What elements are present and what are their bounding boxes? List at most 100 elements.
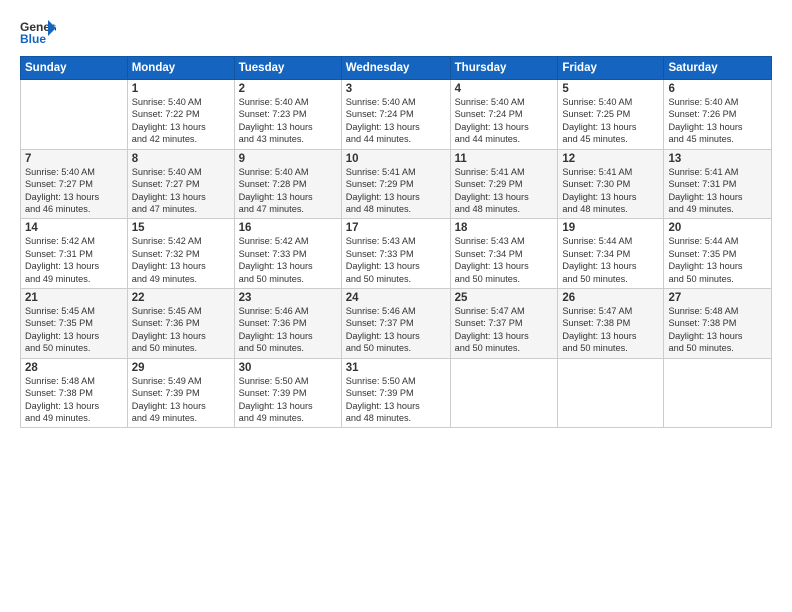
calendar-cell	[664, 358, 772, 428]
day-info: Sunrise: 5:40 AM Sunset: 7:24 PM Dayligh…	[455, 96, 554, 146]
calendar-cell: 31Sunrise: 5:50 AM Sunset: 7:39 PM Dayli…	[341, 358, 450, 428]
day-info: Sunrise: 5:40 AM Sunset: 7:23 PM Dayligh…	[239, 96, 337, 146]
logo-icon: General Blue	[20, 18, 56, 46]
day-info: Sunrise: 5:48 AM Sunset: 7:38 PM Dayligh…	[25, 375, 123, 425]
day-number: 9	[239, 153, 337, 165]
calendar-cell: 20Sunrise: 5:44 AM Sunset: 7:35 PM Dayli…	[664, 219, 772, 289]
calendar-header-saturday: Saturday	[664, 57, 772, 80]
day-info: Sunrise: 5:40 AM Sunset: 7:24 PM Dayligh…	[346, 96, 446, 146]
day-info: Sunrise: 5:50 AM Sunset: 7:39 PM Dayligh…	[239, 375, 337, 425]
calendar-week-row: 21Sunrise: 5:45 AM Sunset: 7:35 PM Dayli…	[21, 289, 772, 359]
calendar-cell: 14Sunrise: 5:42 AM Sunset: 7:31 PM Dayli…	[21, 219, 128, 289]
day-info: Sunrise: 5:45 AM Sunset: 7:35 PM Dayligh…	[25, 305, 123, 355]
day-number: 6	[668, 83, 767, 95]
calendar-cell: 15Sunrise: 5:42 AM Sunset: 7:32 PM Dayli…	[127, 219, 234, 289]
calendar-cell: 28Sunrise: 5:48 AM Sunset: 7:38 PM Dayli…	[21, 358, 128, 428]
calendar-cell: 24Sunrise: 5:46 AM Sunset: 7:37 PM Dayli…	[341, 289, 450, 359]
day-info: Sunrise: 5:48 AM Sunset: 7:38 PM Dayligh…	[668, 305, 767, 355]
day-info: Sunrise: 5:43 AM Sunset: 7:34 PM Dayligh…	[455, 235, 554, 285]
day-info: Sunrise: 5:40 AM Sunset: 7:22 PM Dayligh…	[132, 96, 230, 146]
day-info: Sunrise: 5:42 AM Sunset: 7:31 PM Dayligh…	[25, 235, 123, 285]
day-info: Sunrise: 5:42 AM Sunset: 7:32 PM Dayligh…	[132, 235, 230, 285]
calendar-cell: 16Sunrise: 5:42 AM Sunset: 7:33 PM Dayli…	[234, 219, 341, 289]
calendar-header-friday: Friday	[558, 57, 664, 80]
calendar-cell: 19Sunrise: 5:44 AM Sunset: 7:34 PM Dayli…	[558, 219, 664, 289]
calendar-cell: 23Sunrise: 5:46 AM Sunset: 7:36 PM Dayli…	[234, 289, 341, 359]
calendar-cell: 12Sunrise: 5:41 AM Sunset: 7:30 PM Dayli…	[558, 149, 664, 219]
day-info: Sunrise: 5:47 AM Sunset: 7:38 PM Dayligh…	[562, 305, 659, 355]
logo: General Blue	[20, 18, 56, 46]
day-info: Sunrise: 5:49 AM Sunset: 7:39 PM Dayligh…	[132, 375, 230, 425]
day-number: 22	[132, 292, 230, 304]
calendar-cell: 21Sunrise: 5:45 AM Sunset: 7:35 PM Dayli…	[21, 289, 128, 359]
calendar-cell	[450, 358, 558, 428]
day-info: Sunrise: 5:46 AM Sunset: 7:36 PM Dayligh…	[239, 305, 337, 355]
day-number: 21	[25, 292, 123, 304]
header: General Blue	[20, 18, 772, 46]
day-number: 7	[25, 153, 123, 165]
svg-text:Blue: Blue	[20, 32, 46, 46]
calendar-header-thursday: Thursday	[450, 57, 558, 80]
calendar-cell: 5Sunrise: 5:40 AM Sunset: 7:25 PM Daylig…	[558, 80, 664, 150]
calendar-week-row: 28Sunrise: 5:48 AM Sunset: 7:38 PM Dayli…	[21, 358, 772, 428]
day-number: 17	[346, 222, 446, 234]
day-info: Sunrise: 5:41 AM Sunset: 7:30 PM Dayligh…	[562, 166, 659, 216]
day-number: 15	[132, 222, 230, 234]
day-number: 20	[668, 222, 767, 234]
day-number: 23	[239, 292, 337, 304]
calendar-cell: 18Sunrise: 5:43 AM Sunset: 7:34 PM Dayli…	[450, 219, 558, 289]
calendar-header-tuesday: Tuesday	[234, 57, 341, 80]
day-number: 1	[132, 83, 230, 95]
calendar-cell: 1Sunrise: 5:40 AM Sunset: 7:22 PM Daylig…	[127, 80, 234, 150]
calendar-cell: 29Sunrise: 5:49 AM Sunset: 7:39 PM Dayli…	[127, 358, 234, 428]
calendar-cell: 26Sunrise: 5:47 AM Sunset: 7:38 PM Dayli…	[558, 289, 664, 359]
day-number: 2	[239, 83, 337, 95]
day-number: 3	[346, 83, 446, 95]
day-number: 14	[25, 222, 123, 234]
day-number: 13	[668, 153, 767, 165]
calendar-cell: 8Sunrise: 5:40 AM Sunset: 7:27 PM Daylig…	[127, 149, 234, 219]
day-number: 27	[668, 292, 767, 304]
day-info: Sunrise: 5:40 AM Sunset: 7:28 PM Dayligh…	[239, 166, 337, 216]
calendar-header-wednesday: Wednesday	[341, 57, 450, 80]
calendar-table: SundayMondayTuesdayWednesdayThursdayFrid…	[20, 56, 772, 428]
day-number: 31	[346, 362, 446, 374]
calendar-header-row: SundayMondayTuesdayWednesdayThursdayFrid…	[21, 57, 772, 80]
calendar-cell: 9Sunrise: 5:40 AM Sunset: 7:28 PM Daylig…	[234, 149, 341, 219]
day-number: 30	[239, 362, 337, 374]
day-info: Sunrise: 5:43 AM Sunset: 7:33 PM Dayligh…	[346, 235, 446, 285]
day-number: 25	[455, 292, 554, 304]
day-info: Sunrise: 5:40 AM Sunset: 7:27 PM Dayligh…	[25, 166, 123, 216]
day-number: 10	[346, 153, 446, 165]
calendar-cell: 6Sunrise: 5:40 AM Sunset: 7:26 PM Daylig…	[664, 80, 772, 150]
day-number: 19	[562, 222, 659, 234]
day-info: Sunrise: 5:44 AM Sunset: 7:35 PM Dayligh…	[668, 235, 767, 285]
calendar-week-row: 14Sunrise: 5:42 AM Sunset: 7:31 PM Dayli…	[21, 219, 772, 289]
day-number: 12	[562, 153, 659, 165]
calendar-week-row: 1Sunrise: 5:40 AM Sunset: 7:22 PM Daylig…	[21, 80, 772, 150]
calendar-cell: 27Sunrise: 5:48 AM Sunset: 7:38 PM Dayli…	[664, 289, 772, 359]
day-number: 24	[346, 292, 446, 304]
day-info: Sunrise: 5:41 AM Sunset: 7:31 PM Dayligh…	[668, 166, 767, 216]
day-number: 29	[132, 362, 230, 374]
calendar-cell: 3Sunrise: 5:40 AM Sunset: 7:24 PM Daylig…	[341, 80, 450, 150]
day-info: Sunrise: 5:46 AM Sunset: 7:37 PM Dayligh…	[346, 305, 446, 355]
day-number: 26	[562, 292, 659, 304]
day-info: Sunrise: 5:50 AM Sunset: 7:39 PM Dayligh…	[346, 375, 446, 425]
calendar-cell: 22Sunrise: 5:45 AM Sunset: 7:36 PM Dayli…	[127, 289, 234, 359]
day-number: 16	[239, 222, 337, 234]
day-info: Sunrise: 5:40 AM Sunset: 7:27 PM Dayligh…	[132, 166, 230, 216]
calendar-cell: 25Sunrise: 5:47 AM Sunset: 7:37 PM Dayli…	[450, 289, 558, 359]
day-info: Sunrise: 5:41 AM Sunset: 7:29 PM Dayligh…	[346, 166, 446, 216]
day-info: Sunrise: 5:44 AM Sunset: 7:34 PM Dayligh…	[562, 235, 659, 285]
calendar-cell: 7Sunrise: 5:40 AM Sunset: 7:27 PM Daylig…	[21, 149, 128, 219]
calendar-cell: 11Sunrise: 5:41 AM Sunset: 7:29 PM Dayli…	[450, 149, 558, 219]
calendar-cell: 17Sunrise: 5:43 AM Sunset: 7:33 PM Dayli…	[341, 219, 450, 289]
calendar-cell: 2Sunrise: 5:40 AM Sunset: 7:23 PM Daylig…	[234, 80, 341, 150]
calendar-cell: 30Sunrise: 5:50 AM Sunset: 7:39 PM Dayli…	[234, 358, 341, 428]
calendar-week-row: 7Sunrise: 5:40 AM Sunset: 7:27 PM Daylig…	[21, 149, 772, 219]
day-info: Sunrise: 5:42 AM Sunset: 7:33 PM Dayligh…	[239, 235, 337, 285]
day-info: Sunrise: 5:40 AM Sunset: 7:26 PM Dayligh…	[668, 96, 767, 146]
day-number: 11	[455, 153, 554, 165]
day-info: Sunrise: 5:47 AM Sunset: 7:37 PM Dayligh…	[455, 305, 554, 355]
